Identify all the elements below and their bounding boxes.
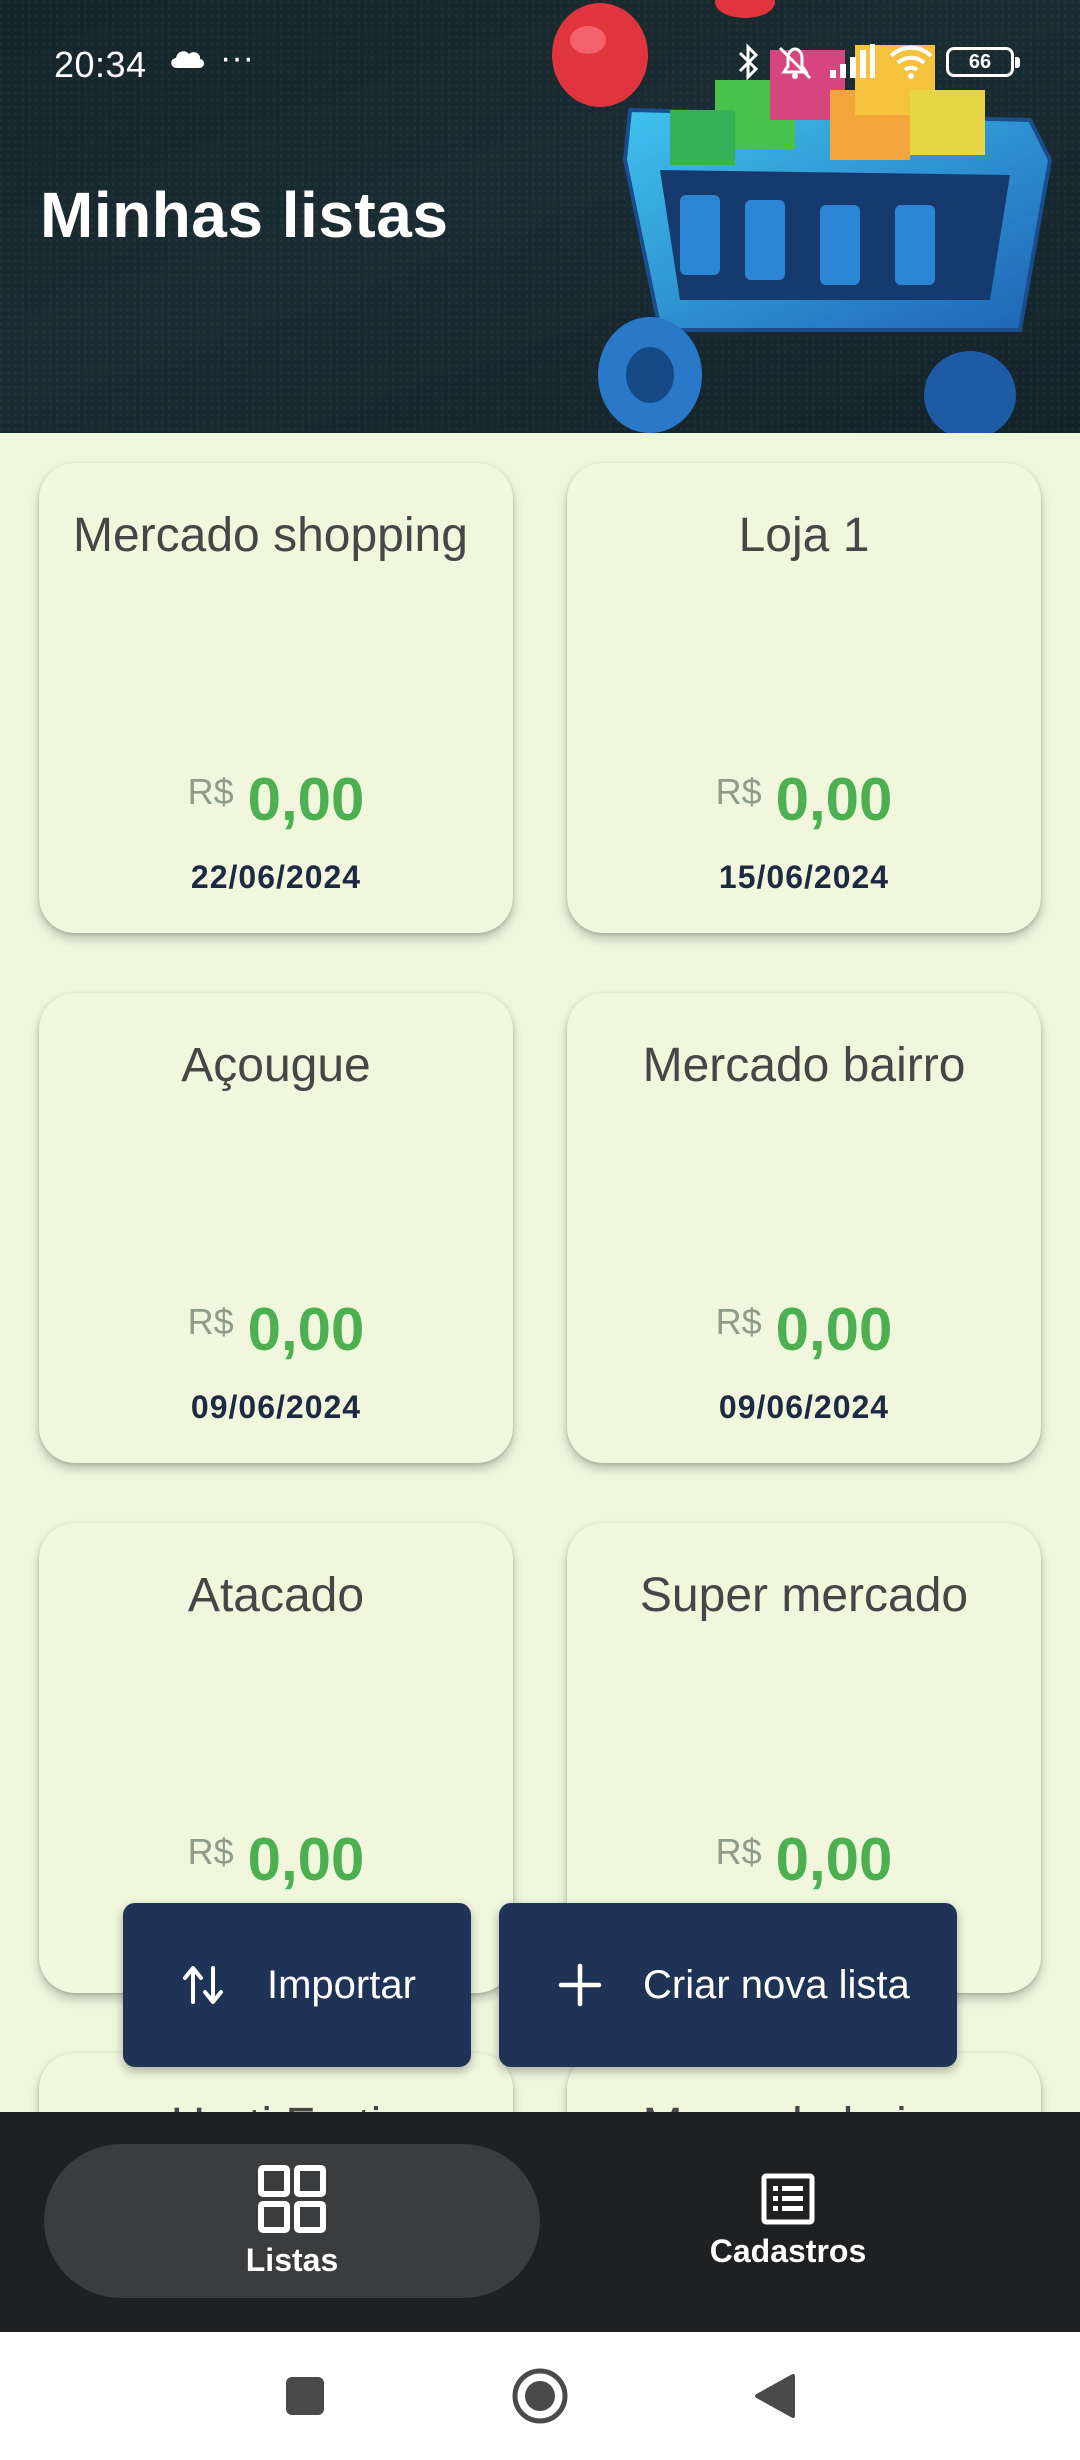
total-amount: 0,00: [247, 1296, 365, 1363]
list-name: Mercado bairro: [601, 2091, 1007, 2112]
grid-icon: [258, 2164, 326, 2233]
list-name: Super mercado: [639, 1569, 969, 1622]
create-list-button[interactable]: Criar nova lista: [499, 1903, 957, 2067]
system-navigation-bar: [0, 2332, 1080, 2460]
status-bar: 20:34 ··· 66: [0, 0, 1080, 130]
total-amount: 0,00: [247, 1826, 365, 1893]
nav-label-lists: Listas: [245, 2241, 339, 2278]
list-name: Loja 1: [738, 509, 870, 562]
total-amount: 0,00: [775, 766, 893, 833]
nav-item-registry[interactable]: Cadastros: [540, 2144, 1036, 2298]
nav-item-lists[interactable]: Listas: [44, 2144, 540, 2298]
plus-icon: [558, 1963, 602, 2007]
import-button-label: Importar: [267, 1962, 416, 2007]
list-date: 09/06/2024: [718, 1389, 890, 1425]
bottom-navigation: Listas Cadastros: [0, 2112, 1080, 2332]
list-card[interactable]: Mercado bairro R$ 0,00 09/06/2024: [567, 993, 1041, 1463]
home-circle-icon: [512, 2368, 568, 2424]
recent-apps-button[interactable]: [245, 2332, 365, 2460]
swap-vertical-icon: [183, 1966, 223, 2004]
list-name: Mercado bairro: [642, 1039, 966, 1092]
header-banner: 20:34 ··· 66 Minhas listas: [0, 0, 1080, 433]
total-amount: 0,00: [247, 766, 365, 833]
signal-icon: [830, 44, 875, 78]
nav-label-registry: Cadastros: [709, 2232, 867, 2269]
list-total: R$ 0,00: [39, 765, 513, 834]
create-list-button-label: Criar nova lista: [643, 1962, 910, 2007]
list-name: Açougue: [181, 1039, 371, 1092]
back-triangle-icon: [755, 2374, 795, 2418]
list-name: Horti Fruti: [73, 2091, 479, 2112]
list-card[interactable]: Loja 1 R$ 0,00 15/06/2024: [567, 463, 1041, 933]
list-card[interactable]: Mercado shopping R$ 0,00 22/06/2024: [39, 463, 513, 933]
list-date: 15/06/2024: [718, 859, 890, 895]
currency-symbol: R$: [187, 1301, 234, 1342]
total-amount: 0,00: [775, 1826, 893, 1893]
list-document-icon: [761, 2173, 815, 2224]
wifi-icon: [889, 45, 933, 79]
mute-bell-icon: [778, 46, 812, 80]
cloud-icon: [171, 51, 205, 68]
list-date: 22/06/2024: [190, 859, 362, 895]
list-name: Atacado: [187, 1569, 365, 1622]
list-total: R$ 0,00: [39, 1825, 513, 1894]
list-total: R$ 0,00: [567, 1295, 1041, 1364]
list-total: R$ 0,00: [567, 765, 1041, 834]
currency-symbol: R$: [187, 1831, 234, 1872]
back-button[interactable]: [715, 2332, 835, 2460]
import-button[interactable]: Importar: [123, 1903, 471, 2067]
currency-symbol: R$: [715, 771, 762, 812]
lists-grid[interactable]: Mercado shopping R$ 0,00 22/06/2024 Loja …: [0, 433, 1080, 2112]
square-icon: [286, 2377, 324, 2415]
page-title: Minhas listas: [40, 179, 449, 251]
list-total: R$ 0,00: [39, 1295, 513, 1364]
list-card[interactable]: Açougue R$ 0,00 09/06/2024: [39, 993, 513, 1463]
list-name: Mercado shopping: [73, 509, 468, 562]
status-time: 20:34: [54, 44, 147, 85]
more-notifications-indicator: ···: [220, 39, 254, 77]
battery-indicator: 66: [946, 47, 1020, 77]
list-total: R$ 0,00: [567, 1825, 1041, 1894]
currency-symbol: R$: [715, 1301, 762, 1342]
home-button[interactable]: [480, 2332, 600, 2460]
total-amount: 0,00: [775, 1296, 893, 1363]
currency-symbol: R$: [187, 771, 234, 812]
bluetooth-icon: [738, 43, 759, 81]
currency-symbol: R$: [715, 1831, 762, 1872]
list-date: 09/06/2024: [190, 1389, 362, 1425]
